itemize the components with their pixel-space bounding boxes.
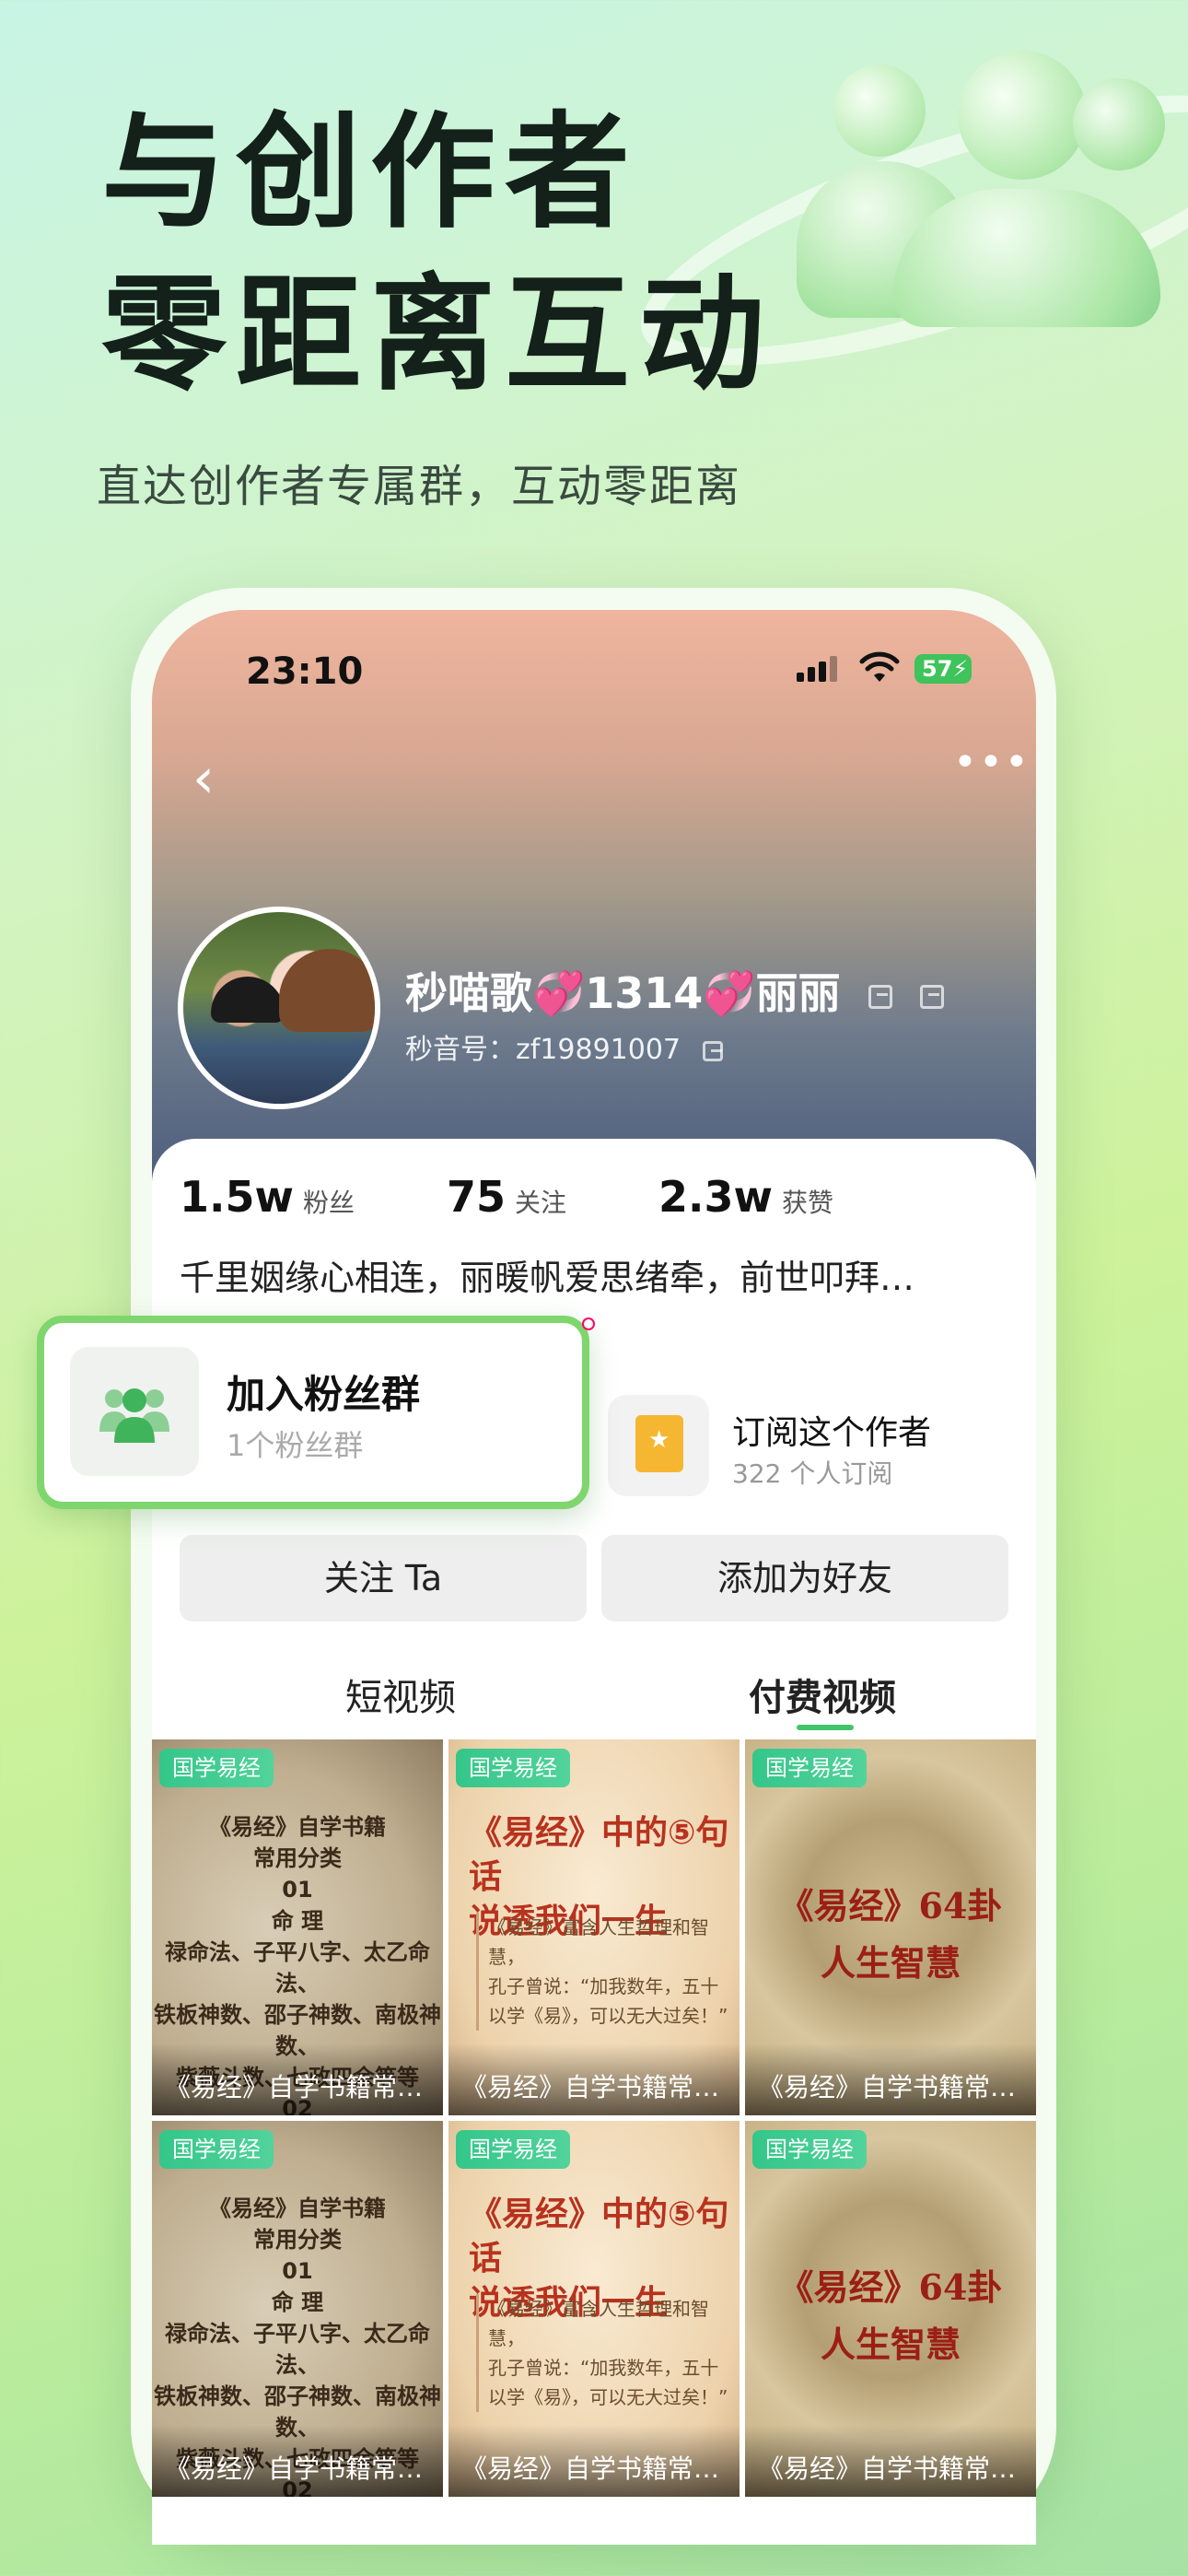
subscribe-count: 322 个人订阅	[732, 1458, 893, 1489]
video-caption: 《易经》自学书籍常…	[448, 2043, 740, 2115]
video-card[interactable]: 国学易经 《易经》自学书籍 常用分类 01 命 理 禄命法、子平八字、太乙命法、…	[152, 2121, 443, 2497]
fan-group-icon	[70, 1347, 199, 1476]
profile-bio[interactable]: 千里姻缘心相连，丽暖帆爱思绪牵，前世叩拜…	[180, 1249, 914, 1300]
category-tag: 国学易经	[456, 1749, 570, 1787]
profile-stats: 1.5w 粉丝 75 关注 2.3w 获赞	[180, 1172, 926, 1222]
tab-paid-videos[interactable]: 付费视频	[749, 1668, 896, 1721]
copy-icon[interactable]	[919, 984, 944, 1009]
active-tab-indicator	[797, 1725, 854, 1730]
avatar-photo-detail	[211, 977, 285, 1023]
promo-headline: 与创作者 零距离互动	[101, 92, 774, 416]
join-fan-group-card[interactable]: 加入粉丝群 1个粉丝群	[37, 1316, 589, 1509]
person-figure-center-head	[958, 51, 1087, 180]
nickname-text: 秒喵歌💞1314💞丽丽	[405, 968, 841, 1018]
video-caption: 《易经》自学书籍常…	[745, 2425, 1036, 2497]
category-tag: 国学易经	[752, 2130, 867, 2169]
phone-screen: 23:10 57⚡ ‹ ••• 秒喵歌💞1314💞丽丽 秒音号：zf198910…	[152, 610, 1036, 2545]
stat-value: 2.3w	[658, 1172, 774, 1222]
user-id-text: 秒音号：zf19891007	[405, 1034, 681, 1066]
cover-text: 《易经》64卦 人生智慧	[778, 1885, 1003, 1984]
person-figure-right-head	[1073, 78, 1165, 170]
stat-value: 75	[447, 1172, 507, 1222]
headline-line-2: 零距离互动	[101, 263, 774, 408]
subscribe-title[interactable]: 订阅这个作者	[732, 1406, 931, 1454]
battery-level: 57	[922, 656, 953, 682]
cover-subtext: 《易经》富含人生哲理和智慧， 孔子曾说：“加我数年，五十 以学《易》，可以无大过…	[476, 1913, 740, 2031]
cover-text: 《易经》64卦 人生智慧	[778, 2266, 1003, 2365]
battery-icon: 57⚡	[914, 654, 972, 684]
category-tag: 国学易经	[456, 2130, 570, 2169]
category-tag: 国学易经	[159, 1749, 274, 1787]
back-chevron-icon[interactable]: ‹	[192, 746, 215, 811]
video-caption: 《易经》自学书籍常…	[745, 2043, 1036, 2115]
category-tag: 国学易经	[159, 2130, 274, 2169]
cellular-signal-icon	[797, 656, 837, 682]
profile-nickname: 秒喵歌💞1314💞丽丽	[405, 960, 944, 1021]
person-figure-left-head	[833, 64, 926, 157]
video-card[interactable]: 国学易经 《易经》64卦 人生智慧 《易经》自学书籍常…	[745, 2121, 1036, 2497]
stat-likes[interactable]: 2.3w 获赞	[658, 1172, 833, 1222]
video-card[interactable]: 国学易经 《易经》自学书籍 常用分类 01 命 理 禄命法、子平八字、太乙命法、…	[152, 1739, 443, 2115]
wifi-icon	[859, 651, 900, 682]
video-card[interactable]: 国学易经 《易经》中的⑤句话 说透我们一生 《易经》富含人生哲理和智慧， 孔子曾…	[448, 2121, 740, 2497]
fan-group-title: 加入粉丝群	[227, 1372, 421, 1417]
copy-icon[interactable]	[702, 1040, 723, 1061]
subscribe-icon[interactable]	[608, 1395, 709, 1496]
group-people-icon	[99, 1388, 169, 1443]
video-caption: 《易经》自学书籍常…	[152, 2425, 443, 2497]
category-tag: 国学易经	[752, 1749, 867, 1787]
video-card[interactable]: 国学易经 《易经》中的⑤句话 说透我们一生 《易经》富含人生哲理和智慧， 孔子曾…	[448, 1739, 740, 2115]
stat-label: 获赞	[782, 1188, 834, 1218]
stat-fans[interactable]: 1.5w 粉丝	[180, 1172, 355, 1222]
headline-line-1: 与创作者	[101, 100, 639, 246]
tab-short-videos[interactable]: 短视频	[345, 1668, 456, 1721]
stat-label: 粉丝	[302, 1188, 355, 1218]
stat-value: 1.5w	[180, 1172, 294, 1222]
fan-group-count: 1个粉丝群	[227, 1428, 364, 1463]
status-time: 23:10	[246, 650, 364, 693]
avatar-photo-detail	[279, 949, 375, 1032]
notification-dot	[582, 1317, 595, 1330]
stat-following[interactable]: 75 关注	[447, 1172, 566, 1222]
more-options-icon[interactable]: •••	[953, 739, 1031, 786]
avatar[interactable]	[178, 907, 380, 1109]
video-caption: 《易经》自学书籍常用…	[152, 2043, 443, 2115]
stat-label: 关注	[515, 1188, 567, 1218]
follow-button[interactable]: 关注 Ta	[180, 1535, 587, 1622]
video-card[interactable]: 国学易经 《易经》64卦 人生智慧 《易经》自学书籍常…	[745, 1739, 1036, 2115]
video-caption: 《易经》自学书籍常…	[448, 2425, 740, 2497]
cover-subtext: 《易经》富含人生哲理和智慧， 孔子曾说：“加我数年，五十 以学《易》，可以无大过…	[476, 2294, 740, 2412]
add-friend-button[interactable]: 添加为好友	[601, 1535, 1008, 1622]
promo-subline: 直达创作者专属群，互动零距离	[97, 461, 742, 512]
copy-icon[interactable]	[868, 984, 892, 1009]
bookmark-star-icon	[635, 1415, 683, 1472]
profile-user-id: 秒音号：zf19891007	[405, 1026, 723, 1067]
